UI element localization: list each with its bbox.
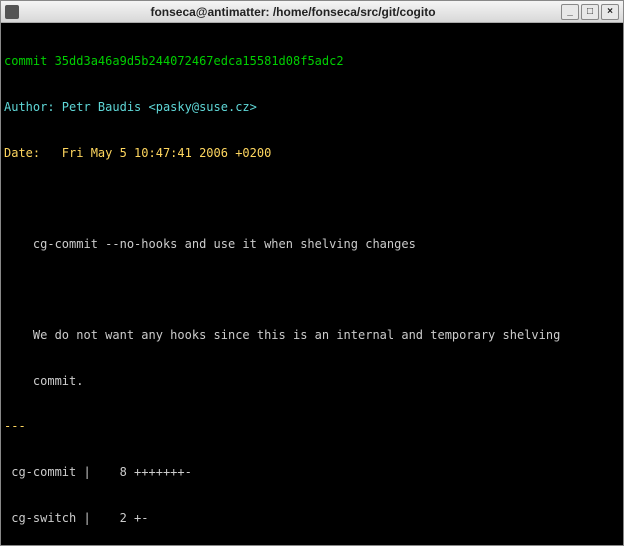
stat-file-2: cg-switch | 2 +- <box>4 511 620 526</box>
commit-msg-2: We do not want any hooks since this is a… <box>4 328 620 343</box>
commit-msg-1: cg-commit --no-hooks and use it when she… <box>4 237 620 252</box>
terminal-icon <box>5 5 19 19</box>
titlebar[interactable]: fonseca@antimatter: /home/fonseca/src/gi… <box>1 1 623 23</box>
commit-line: commit 35dd3a46a9d5b244072467edca15581d0… <box>4 54 620 69</box>
commit-msg-3: commit. <box>4 374 620 389</box>
date-line: Date: Fri May 5 10:47:41 2006 +0200 <box>4 146 620 161</box>
minimize-button[interactable]: _ <box>561 4 579 20</box>
author-line: Author: Petr Baudis <pasky@suse.cz> <box>4 100 620 115</box>
maximize-button[interactable]: □ <box>581 4 599 20</box>
window-title: fonseca@antimatter: /home/fonseca/src/gi… <box>25 5 561 19</box>
stat-file-1: cg-commit | 8 +++++++- <box>4 465 620 480</box>
stat-dashes: --- <box>4 419 620 434</box>
window-controls: _ □ × <box>561 4 619 20</box>
blank <box>4 191 620 206</box>
terminal-window: fonseca@antimatter: /home/fonseca/src/gi… <box>0 0 624 546</box>
terminal-viewport[interactable]: commit 35dd3a46a9d5b244072467edca15581d0… <box>1 23 623 545</box>
close-button[interactable]: × <box>601 4 619 20</box>
commit-hash: 35dd3a46a9d5b244072467edca15581d08f5adc2 <box>55 54 344 68</box>
blank <box>4 282 620 297</box>
